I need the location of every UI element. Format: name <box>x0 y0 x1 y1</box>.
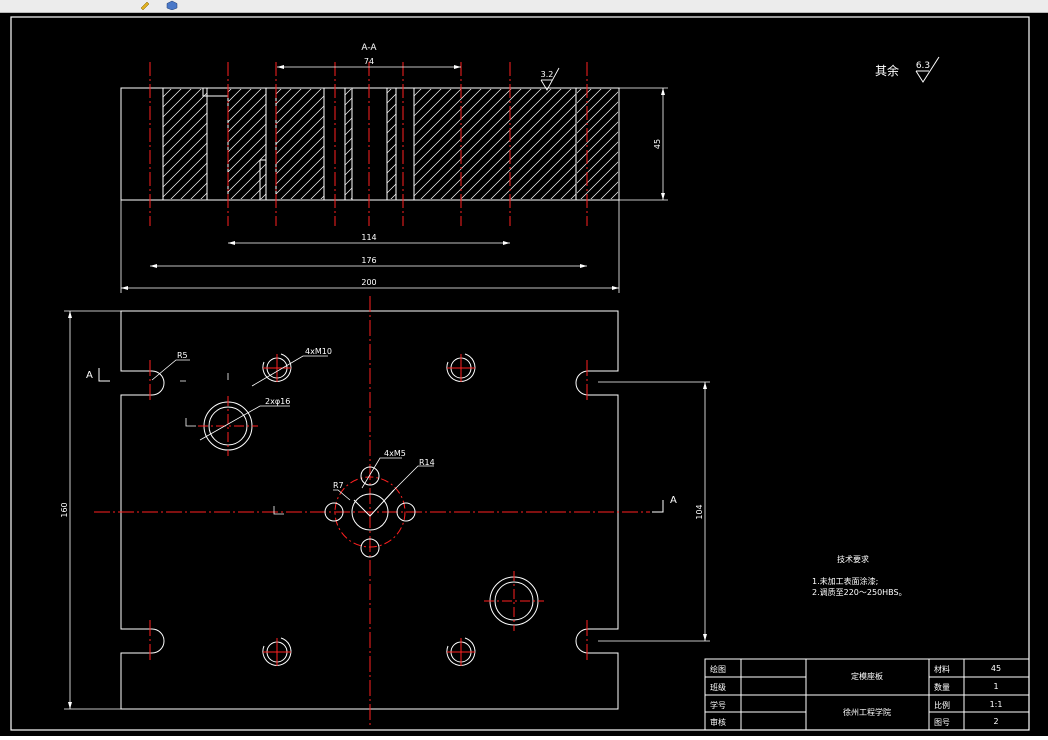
prop-label: 图号 <box>934 718 950 727</box>
threaded-hole <box>262 353 292 382</box>
cad-drawing: A-A 74 45 114 176 200 3.2 其余 6.3 R5 4xM1… <box>10 16 1030 731</box>
section-view: A-A <box>120 43 620 201</box>
dim-74: 74 <box>364 57 374 66</box>
guide-holes <box>198 396 544 631</box>
section-view-label: A-A <box>361 43 377 53</box>
surface-finish-note: 其余 6.3 <box>875 56 940 83</box>
title-block-label: 班级 <box>710 682 726 692</box>
callout-phi16: 2xφ16 <box>265 397 290 406</box>
callout-r5: R5 <box>177 351 188 360</box>
hole-annotations: R5 4xM10 2xφ16 4xM5 R14 R7 <box>177 347 435 490</box>
surface-finish-local: 3.2 <box>540 67 560 91</box>
plan-centerlines <box>94 296 650 728</box>
dim-200: 200 <box>361 278 376 287</box>
callout-r7: R7 <box>333 481 344 490</box>
cube-icon[interactable] <box>166 0 178 10</box>
drawing-canvas[interactable]: A-A 74 45 114 176 200 3.2 其余 6.3 R5 4xM1… <box>0 13 1048 736</box>
leaders <box>151 355 434 515</box>
tech-requirement-item: 1.未加工表面涂漆; <box>812 576 878 586</box>
guide-hole <box>198 396 258 456</box>
threaded-hole <box>446 353 476 382</box>
tech-requirement-item: 2.调质至220～250HBS。 <box>812 587 907 597</box>
dim-114: 114 <box>361 233 376 242</box>
title-block-label: 绘图 <box>710 664 726 674</box>
dim-104: 104 <box>695 504 704 519</box>
dim-176: 176 <box>361 256 376 265</box>
title-block <box>704 658 1030 731</box>
threaded-holes-m10 <box>262 353 476 666</box>
surface-finish-note-value: 6.3 <box>916 61 930 71</box>
toolbar <box>0 0 1048 13</box>
threaded-hole <box>262 637 292 666</box>
callout-r14: R14 <box>419 458 435 467</box>
callout-m10: 4xM10 <box>305 347 332 356</box>
section-mark-left: A <box>86 370 93 381</box>
prop-value: 2 <box>993 717 998 726</box>
surface-finish-local-value: 3.2 <box>541 70 554 79</box>
section-hatching <box>163 89 618 199</box>
title-block-label: 审核 <box>710 717 726 727</box>
plan-dimension-text: 160 104 <box>60 502 704 519</box>
prop-value: 1 <box>993 682 998 691</box>
guide-hole <box>484 571 544 631</box>
tech-requirements: 技术要求 1.未加工表面涂漆; 2.调质至220～250HBS。 <box>812 554 907 597</box>
prop-label: 比例 <box>934 700 950 710</box>
prop-label: 材料 <box>934 664 950 674</box>
edit-icon[interactable] <box>140 0 152 10</box>
school-name: 徐州工程学院 <box>843 707 891 717</box>
tech-requirements-title: 技术要求 <box>837 554 869 564</box>
dim-160: 160 <box>60 502 69 517</box>
surface-finish-note-text: 其余 <box>875 63 899 78</box>
prop-label: 数量 <box>934 682 950 692</box>
title-block-label: 学号 <box>710 700 726 710</box>
prop-value: 1:1 <box>990 700 1003 709</box>
threaded-hole <box>446 637 476 666</box>
part-name: 定模座板 <box>851 671 883 681</box>
section-mark-right: A <box>670 495 677 506</box>
prop-value: 45 <box>991 664 1001 673</box>
dim-45: 45 <box>653 139 662 149</box>
callout-m5: 4xM5 <box>384 449 406 458</box>
